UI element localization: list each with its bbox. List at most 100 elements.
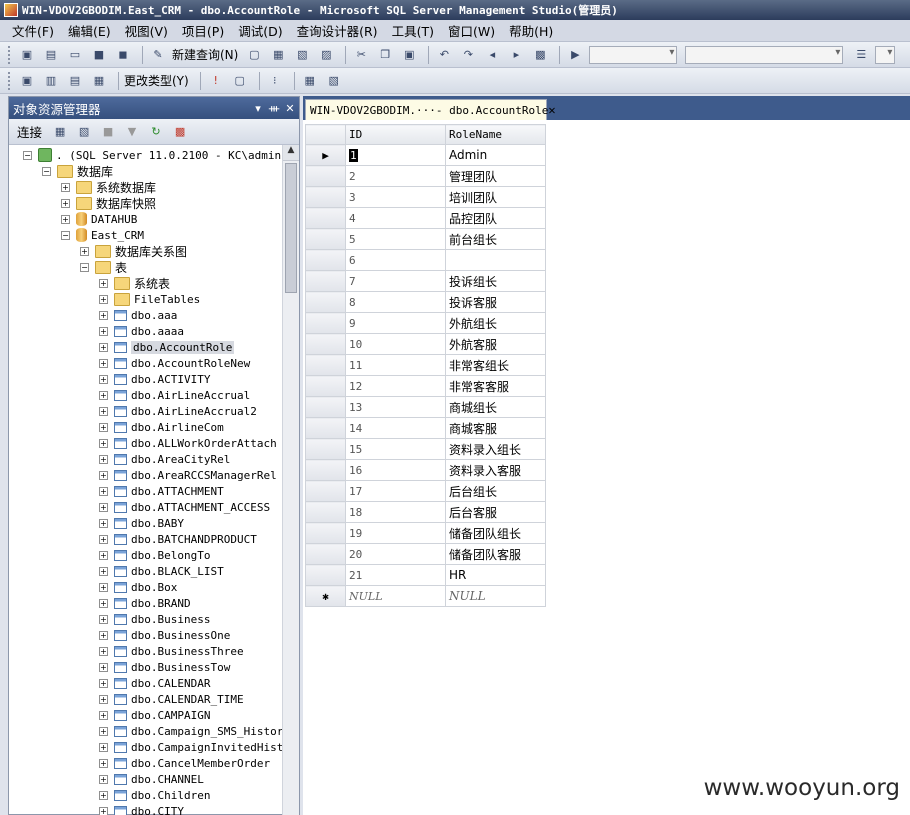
expand-icon[interactable]: +: [99, 806, 108, 815]
change-type-button[interactable]: 更改类型(Y): [124, 72, 189, 89]
cell-rolename[interactable]: 培训团队: [445, 186, 546, 208]
tree-node[interactable]: + dbo.BusinessTow: [99, 659, 230, 675]
cell-id[interactable]: 6: [345, 249, 446, 271]
expand-icon[interactable]: +: [99, 742, 108, 752]
tree-node[interactable]: + dbo.CHANNEL: [99, 771, 204, 787]
expand-icon[interactable]: +: [99, 678, 108, 688]
row-selector[interactable]: [305, 438, 346, 460]
row-selector[interactable]: [305, 354, 346, 376]
cell-id[interactable]: 7: [345, 270, 446, 292]
scroll-up-arrow-icon[interactable]: ▲: [283, 145, 299, 161]
cell-rolename[interactable]: 非常客客服: [445, 375, 546, 397]
expand-icon[interactable]: +: [99, 470, 108, 480]
cell-rolename[interactable]: 商城组长: [445, 396, 546, 418]
cell-id[interactable]: 4: [345, 207, 446, 229]
cell-rolename[interactable]: 资料录入组长: [445, 438, 546, 460]
new-query-icon[interactable]: ✎: [148, 46, 168, 64]
cell-id[interactable]: 15: [345, 438, 446, 460]
navigate-forward-icon[interactable]: ▸: [506, 46, 526, 64]
menu-item[interactable]: 项目(P): [182, 21, 224, 40]
column-header-rolename[interactable]: RoleName: [445, 124, 546, 145]
expand-icon[interactable]: +: [99, 518, 108, 528]
row-header-corner[interactable]: [305, 124, 346, 145]
disconnect-icon[interactable]: ▧: [74, 123, 94, 141]
verify-sql-icon[interactable]: ▢: [230, 72, 250, 90]
expand-icon[interactable]: +: [99, 582, 108, 592]
cell-id[interactable]: 8: [345, 291, 446, 313]
cell-rolename[interactable]: 资料录入客服: [445, 459, 546, 481]
expand-icon[interactable]: +: [99, 662, 108, 672]
tree-node[interactable]: + dbo.BABY: [99, 515, 184, 531]
cell-rolename[interactable]: 储备团队客服: [445, 543, 546, 565]
tree-node[interactable]: + dbo.AccountRoleNew: [99, 355, 250, 371]
table-row[interactable]: 2 管理团队: [305, 165, 546, 187]
paste-icon[interactable]: ▣: [399, 46, 419, 64]
tree-node[interactable]: + dbo.BelongTo: [99, 547, 210, 563]
tree-node[interactable]: + DATAHUB: [61, 211, 137, 227]
tree-node[interactable]: + dbo.AirlineCom: [99, 419, 224, 435]
menu-item[interactable]: 调试(D): [238, 21, 282, 40]
expand-icon[interactable]: +: [99, 278, 108, 288]
cut-icon[interactable]: ✂: [351, 46, 371, 64]
redo-icon[interactable]: ↷: [458, 46, 478, 64]
menu-item[interactable]: 查询设计器(R): [297, 21, 378, 40]
database-engine-query-icon[interactable]: ▢: [244, 46, 264, 64]
row-selector[interactable]: [305, 186, 346, 208]
expand-icon[interactable]: +: [99, 422, 108, 432]
table-row[interactable]: 18 后台客服: [305, 501, 546, 523]
tree-node[interactable]: + dbo.aaa: [99, 307, 177, 323]
filter-icon[interactable]: ▼: [122, 123, 142, 141]
cell-rolename[interactable]: 品控团队: [445, 207, 546, 229]
cell-id[interactable]: 20: [345, 543, 446, 565]
expand-icon[interactable]: +: [99, 358, 108, 368]
table-row[interactable]: 8 投诉客服: [305, 291, 546, 313]
expand-icon[interactable]: +: [99, 502, 108, 512]
cell-id[interactable]: 13: [345, 396, 446, 418]
window-position-icon[interactable]: ▾: [251, 102, 265, 115]
tree-node[interactable]: + dbo.BLACK_LIST: [99, 563, 224, 579]
tree-node[interactable]: + dbo.ATTACHMENT_ACCESS: [99, 499, 270, 515]
cell-id[interactable]: 18: [345, 501, 446, 523]
add-item-icon[interactable]: ▤: [41, 46, 61, 64]
connect-object-explorer-icon[interactable]: ▦: [50, 123, 70, 141]
cell-rolename[interactable]: 储备团队组长: [445, 522, 546, 544]
tree-node[interactable]: + dbo.Box: [99, 579, 177, 595]
expand-icon[interactable]: +: [99, 726, 108, 736]
show-sql-pane-icon[interactable]: ▤: [65, 72, 85, 90]
save-icon[interactable]: ■: [89, 46, 109, 64]
row-selector[interactable]: [305, 312, 346, 334]
tree-vertical-scrollbar[interactable]: ▲: [282, 145, 299, 815]
expand-icon[interactable]: +: [99, 374, 108, 384]
expand-icon[interactable]: +: [99, 758, 108, 768]
row-selector[interactable]: [305, 459, 346, 481]
tab-accountrole[interactable]: WIN-VDOV2GBODIM.···- dbo.AccountRole ✕: [305, 99, 556, 120]
tree-node[interactable]: + dbo.CAMPAIGN: [99, 707, 210, 723]
cell-id[interactable]: 9: [345, 312, 446, 334]
expand-icon[interactable]: +: [99, 566, 108, 576]
stop-icon[interactable]: ■: [98, 123, 118, 141]
scrollbar-thumb[interactable]: [285, 163, 297, 293]
navigate-backward-icon[interactable]: ◂: [482, 46, 502, 64]
new-project-icon[interactable]: ▣: [17, 46, 37, 64]
table-row[interactable]: 4 品控团队: [305, 207, 546, 229]
new-query-button[interactable]: 新建查询(N): [172, 46, 238, 63]
tree-node[interactable]: + 数据库快照: [61, 195, 156, 211]
tree-node[interactable]: + dbo.ATTACHMENT: [99, 483, 224, 499]
tree-node[interactable]: + dbo.AirLineAccrual2: [99, 403, 257, 419]
expand-icon[interactable]: +: [80, 246, 89, 256]
row-selector[interactable]: [305, 207, 346, 229]
collapse-icon[interactable]: −: [23, 150, 32, 160]
tree-node[interactable]: + dbo.BATCHANDPRODUCT: [99, 531, 257, 547]
cell-id[interactable]: 17: [345, 480, 446, 502]
expand-icon[interactable]: +: [99, 326, 108, 336]
row-selector[interactable]: [305, 228, 346, 250]
table-row[interactable]: 14 商城客服: [305, 417, 546, 439]
new-row-marker[interactable]: ✱: [305, 585, 346, 607]
table-row[interactable]: 21 HR: [305, 564, 546, 586]
table-row[interactable]: 7 投诉组长: [305, 270, 546, 292]
row-selector[interactable]: [305, 291, 346, 313]
tree-node[interactable]: + dbo.AccountRole: [99, 339, 235, 355]
tree-node[interactable]: + dbo.Campaign_SMS_History: [99, 723, 283, 739]
row-selector[interactable]: [305, 522, 346, 544]
table-row[interactable]: 5 前台组长: [305, 228, 546, 250]
